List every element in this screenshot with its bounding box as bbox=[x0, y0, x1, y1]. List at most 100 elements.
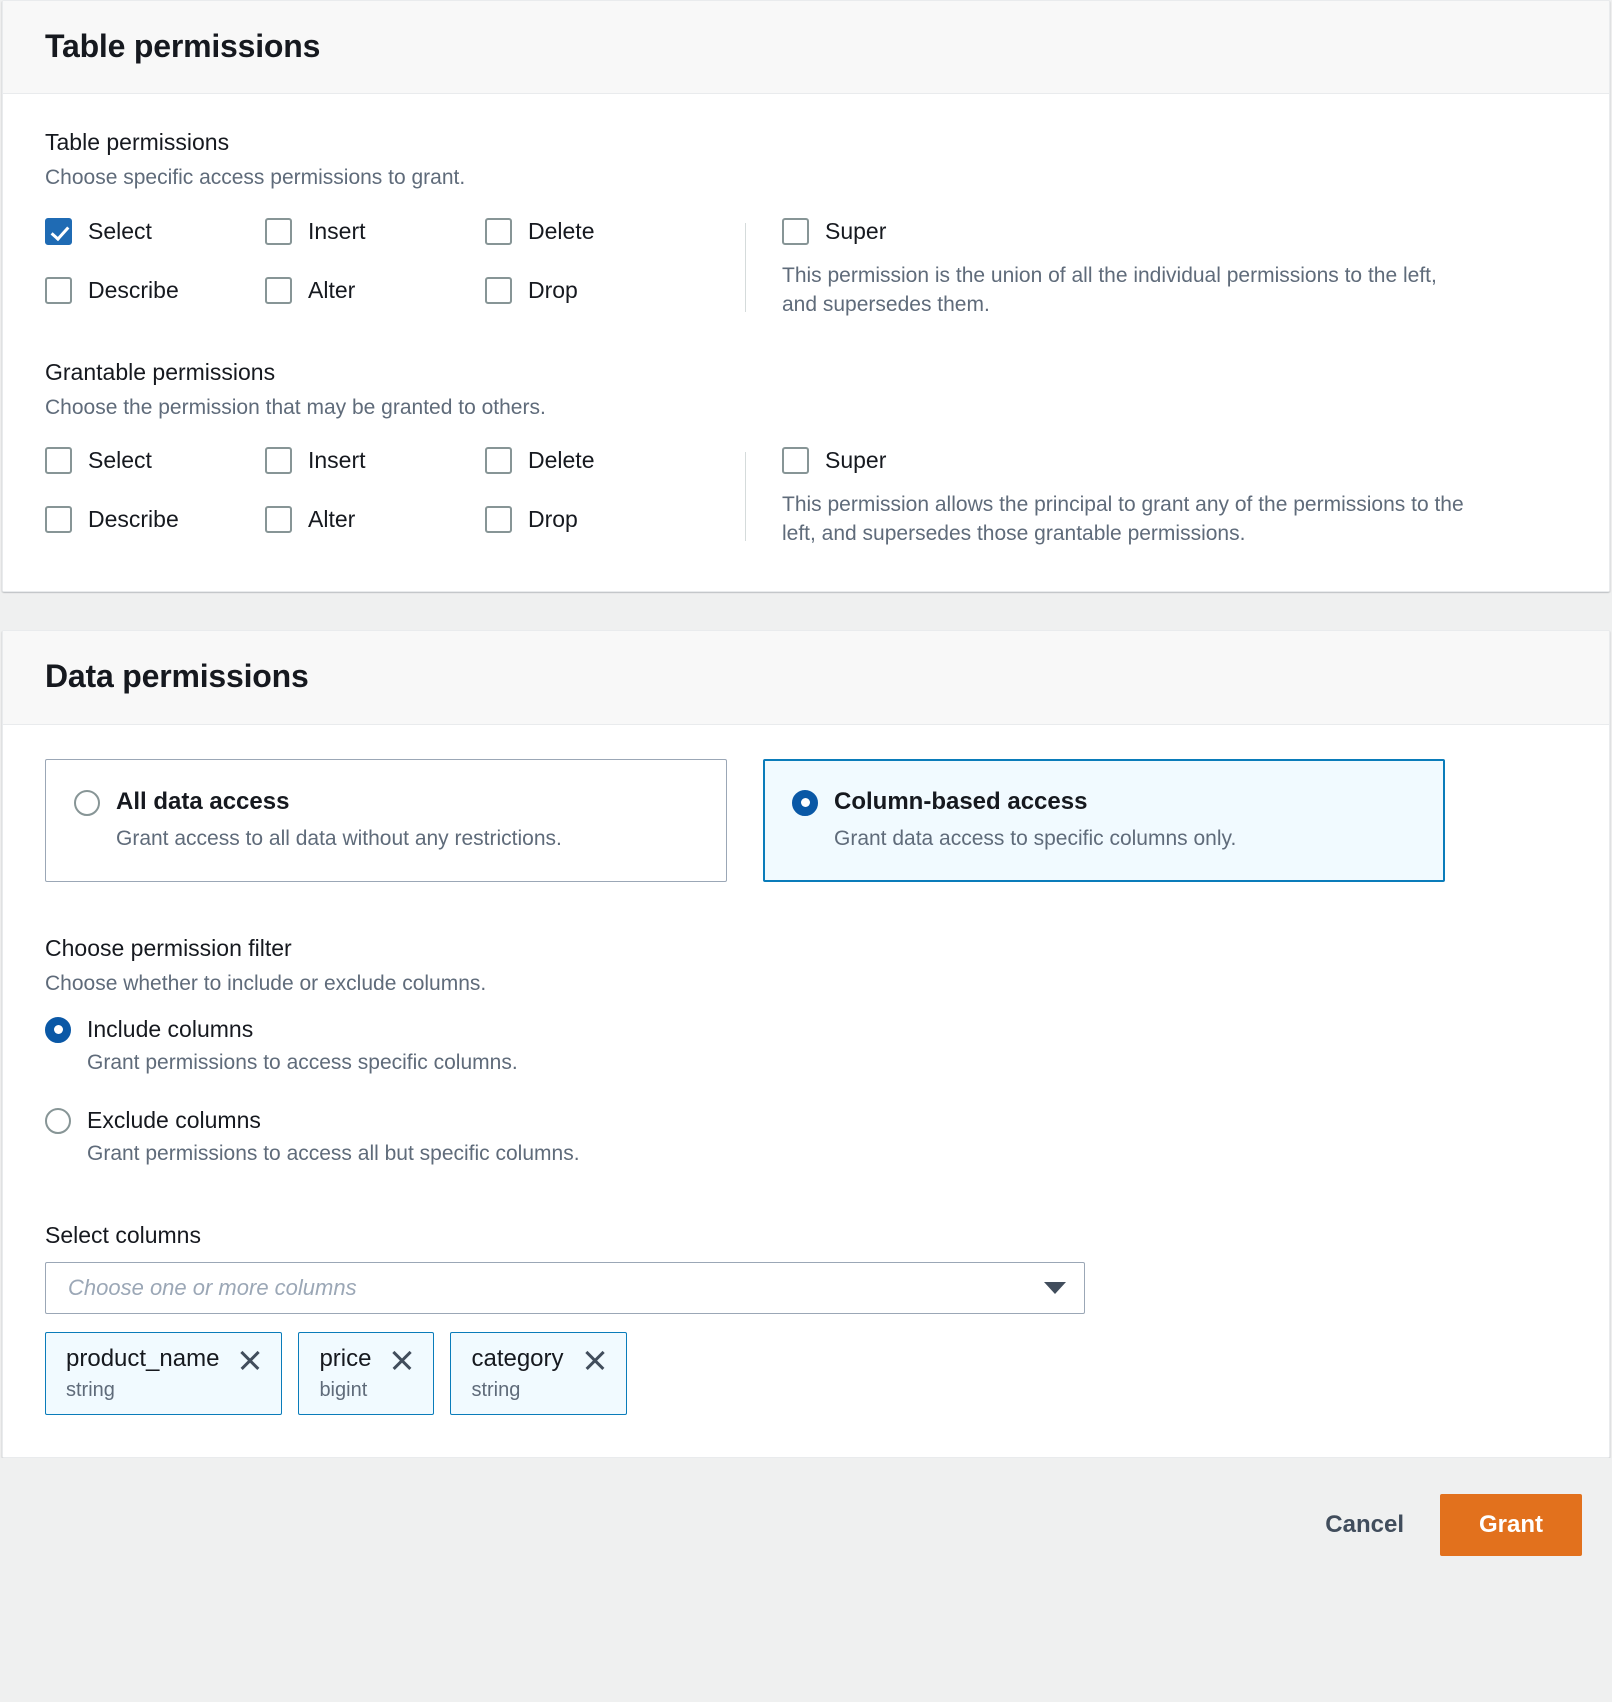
token-label: product_name bbox=[66, 1345, 219, 1374]
token-product-name: product_name string bbox=[45, 1332, 282, 1415]
checkbox-icon[interactable] bbox=[265, 218, 292, 245]
close-icon[interactable] bbox=[237, 1347, 263, 1373]
checkbox-table-alter[interactable]: Alter bbox=[265, 274, 485, 307]
radio-icon-column-based-access-selected[interactable] bbox=[792, 790, 818, 816]
checkbox-grantable-select[interactable]: Select bbox=[45, 444, 265, 477]
grantable-permissions-checkbox-grid: Select Insert Delete Describe bbox=[45, 444, 745, 549]
checkbox-grantable-alter[interactable]: Alter bbox=[265, 503, 485, 536]
checkbox-label: Super bbox=[825, 215, 886, 248]
page-title: Table permissions bbox=[45, 27, 1567, 65]
section-spacer bbox=[45, 320, 1567, 358]
checkbox-icon[interactable] bbox=[45, 447, 72, 474]
radio-icon-include-columns-selected[interactable] bbox=[45, 1017, 71, 1043]
data-permissions-card-body: All data access Grant access to all data… bbox=[3, 725, 1609, 1457]
checkbox-label: Drop bbox=[528, 274, 578, 307]
tile-header: Column-based access bbox=[792, 786, 1416, 817]
radio-icon-exclude-columns[interactable] bbox=[45, 1108, 71, 1134]
close-icon[interactable] bbox=[389, 1347, 415, 1373]
table-permissions-super-area: Super This permission is the union of al… bbox=[746, 215, 1567, 320]
radio-title: Include columns bbox=[87, 1013, 253, 1046]
checkbox-icon[interactable] bbox=[485, 506, 512, 533]
tile-description: Grant access to all data without any res… bbox=[116, 825, 698, 853]
token-header: category bbox=[471, 1345, 607, 1374]
selected-columns-token-list: product_name string price bigint bbox=[45, 1332, 1567, 1415]
checkbox-icon[interactable] bbox=[265, 447, 292, 474]
data-permissions-card: Data permissions All data access Grant a… bbox=[2, 630, 1610, 1458]
checkbox-label: Insert bbox=[308, 215, 366, 248]
checkbox-label: Select bbox=[88, 215, 152, 248]
permission-filter-description: Choose whether to include or exclude col… bbox=[45, 970, 1567, 998]
checkbox-table-insert[interactable]: Insert bbox=[265, 215, 485, 248]
checkbox-table-delete[interactable]: Delete bbox=[485, 215, 735, 248]
select-columns-label: Select columns bbox=[45, 1221, 1567, 1251]
tile-title: All data access bbox=[116, 786, 289, 817]
checkbox-label: Super bbox=[825, 444, 886, 477]
form-actions: Cancel Grant bbox=[0, 1458, 1612, 1586]
checkbox-icon[interactable] bbox=[45, 277, 72, 304]
cancel-button[interactable]: Cancel bbox=[1299, 1497, 1430, 1553]
data-access-tile-group: All data access Grant access to all data… bbox=[45, 759, 1567, 883]
checkbox-icon[interactable] bbox=[45, 506, 72, 533]
checkbox-grantable-drop[interactable]: Drop bbox=[485, 503, 735, 536]
checkbox-icon[interactable] bbox=[485, 277, 512, 304]
table-permissions-card-body: Table permissions Choose specific access… bbox=[3, 94, 1609, 591]
token-header: price bbox=[319, 1345, 415, 1374]
checkbox-icon[interactable] bbox=[485, 447, 512, 474]
checkbox-table-select[interactable]: Select bbox=[45, 215, 265, 248]
tile-column-based-access[interactable]: Column-based access Grant data access to… bbox=[763, 759, 1445, 883]
select-columns-group: Select columns Choose one or more column… bbox=[45, 1221, 1567, 1416]
radio-line: Exclude columns bbox=[45, 1104, 1567, 1137]
close-icon[interactable] bbox=[582, 1347, 608, 1373]
checkbox-icon[interactable] bbox=[782, 218, 809, 245]
tile-all-data-access[interactable]: All data access Grant access to all data… bbox=[45, 759, 727, 883]
permission-filter-radio-list: Include columns Grant permissions to acc… bbox=[45, 1013, 1567, 1169]
select-columns-dropdown[interactable]: Choose one or more columns bbox=[45, 1262, 1085, 1314]
checkbox-table-describe[interactable]: Describe bbox=[45, 274, 265, 307]
radio-description: Grant permissions to access all but spec… bbox=[87, 1140, 1567, 1168]
checkbox-label: Delete bbox=[528, 215, 594, 248]
grantable-permissions-super-area: Super This permission allows the princip… bbox=[746, 444, 1567, 549]
grantable-permissions-super-note: This permission allows the principal to … bbox=[782, 491, 1472, 549]
radio-icon-all-data-access[interactable] bbox=[74, 790, 100, 816]
checkbox-grantable-describe[interactable]: Describe bbox=[45, 503, 265, 536]
token-type: string bbox=[471, 1378, 607, 1402]
checkbox-table-super[interactable]: Super bbox=[782, 215, 1567, 248]
radio-exclude-columns[interactable]: Exclude columns Grant permissions to acc… bbox=[45, 1104, 1567, 1169]
checkbox-label: Alter bbox=[308, 274, 355, 307]
radio-line: Include columns bbox=[45, 1013, 1567, 1046]
grant-button[interactable]: Grant bbox=[1440, 1494, 1582, 1556]
table-permissions-card-header: Table permissions bbox=[3, 1, 1609, 94]
permission-filter-group: Choose permission filter Choose whether … bbox=[45, 934, 1567, 1168]
chevron-down-icon[interactable] bbox=[1044, 1282, 1066, 1294]
checkbox-label: Describe bbox=[88, 274, 179, 307]
table-permissions-description: Choose specific access permissions to gr… bbox=[45, 164, 1567, 192]
checkbox-grantable-super[interactable]: Super bbox=[782, 444, 1567, 477]
radio-include-columns[interactable]: Include columns Grant permissions to acc… bbox=[45, 1013, 1567, 1078]
checkbox-label: Drop bbox=[528, 503, 578, 536]
token-header: product_name bbox=[66, 1345, 263, 1374]
section-grantable-permissions: Grantable permissions Choose the permiss… bbox=[45, 358, 1567, 550]
permission-filter-label: Choose permission filter bbox=[45, 934, 1567, 964]
data-permissions-title: Data permissions bbox=[45, 657, 1567, 695]
grantable-permissions-description: Choose the permission that may be grante… bbox=[45, 394, 1567, 422]
checkbox-grantable-insert[interactable]: Insert bbox=[265, 444, 485, 477]
grantable-permissions-grid: Select Insert Delete Describe bbox=[45, 444, 1567, 549]
checkbox-icon[interactable] bbox=[782, 447, 809, 474]
checkbox-label: Alter bbox=[308, 503, 355, 536]
token-type: string bbox=[66, 1378, 263, 1402]
tile-description: Grant data access to specific columns on… bbox=[834, 825, 1416, 853]
checkbox-icon[interactable] bbox=[265, 506, 292, 533]
checkbox-icon-checked[interactable] bbox=[45, 218, 72, 245]
table-permissions-label: Table permissions bbox=[45, 128, 1567, 158]
checkbox-table-drop[interactable]: Drop bbox=[485, 274, 735, 307]
checkbox-label: Delete bbox=[528, 444, 594, 477]
checkbox-icon[interactable] bbox=[485, 218, 512, 245]
checkbox-grantable-delete[interactable]: Delete bbox=[485, 444, 735, 477]
table-permissions-card: Table permissions Table permissions Choo… bbox=[2, 0, 1610, 592]
token-type: bigint bbox=[319, 1378, 415, 1402]
table-permissions-super-note: This permission is the union of all the … bbox=[782, 262, 1472, 320]
checkbox-icon[interactable] bbox=[265, 277, 292, 304]
card-spacer bbox=[0, 592, 1612, 630]
permissions-page: Table permissions Table permissions Choo… bbox=[0, 0, 1612, 1702]
checkbox-label: Select bbox=[88, 444, 152, 477]
